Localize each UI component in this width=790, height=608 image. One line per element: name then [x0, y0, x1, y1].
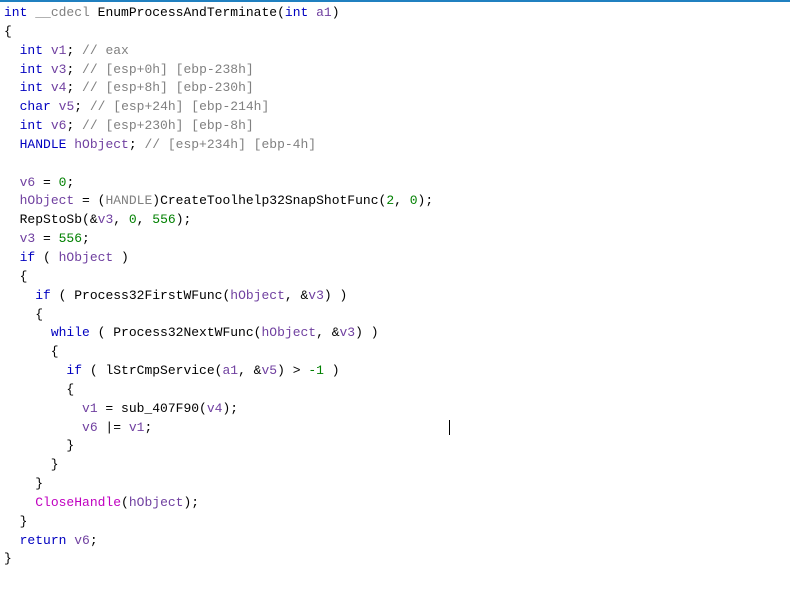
code-line: char v5; // [esp+24h] [ebp-214h]: [4, 98, 786, 117]
code-line: int v3; // [esp+0h] [ebp-238h]: [4, 61, 786, 80]
code-line: {: [4, 381, 786, 400]
code-line: v6 = 0;: [4, 174, 786, 193]
code-line: v1 = sub_407F90(v4);: [4, 400, 786, 419]
param-name: a1: [316, 5, 332, 20]
code-line: }: [4, 513, 786, 532]
code-line: }: [4, 456, 786, 475]
code-line: CloseHandle(hObject);: [4, 494, 786, 513]
code-line: {: [4, 306, 786, 325]
code-line: int __cdecl EnumProcessAndTerminate(int …: [4, 4, 786, 23]
code-line: int v1; // eax: [4, 42, 786, 61]
code-line: if ( lStrCmpService(a1, &v5) > -1 ): [4, 362, 786, 381]
call-conv: __cdecl: [35, 5, 90, 20]
code-line: HANDLE hObject; // [esp+234h] [ebp-4h]: [4, 136, 786, 155]
code-block: int __cdecl EnumProcessAndTerminate(int …: [0, 2, 790, 571]
code-line: }: [4, 437, 786, 456]
code-line: int v6; // [esp+230h] [ebp-8h]: [4, 117, 786, 136]
code-line: if ( hObject ): [4, 249, 786, 268]
return-type: int: [4, 5, 27, 20]
code-line: return v6;: [4, 532, 786, 551]
code-line: int v4; // [esp+8h] [ebp-230h]: [4, 79, 786, 98]
code-line: {: [4, 343, 786, 362]
code-line: [4, 155, 786, 174]
code-line: RepStoSb(&v3, 0, 556);: [4, 211, 786, 230]
code-line: hObject = (HANDLE)CreateToolhelp32SnapSh…: [4, 192, 786, 211]
code-line: v3 = 556;: [4, 230, 786, 249]
code-line: }: [4, 475, 786, 494]
code-line: {: [4, 268, 786, 287]
param-type: int: [285, 5, 308, 20]
text-cursor: [449, 420, 450, 435]
code-line: while ( Process32NextWFunc(hObject, &v3)…: [4, 324, 786, 343]
code-line: }: [4, 550, 786, 569]
code-line: {: [4, 23, 786, 42]
code-line: v6 |= v1;: [4, 419, 786, 438]
func-name: EnumProcessAndTerminate: [98, 5, 277, 20]
code-line: if ( Process32FirstWFunc(hObject, &v3) ): [4, 287, 786, 306]
